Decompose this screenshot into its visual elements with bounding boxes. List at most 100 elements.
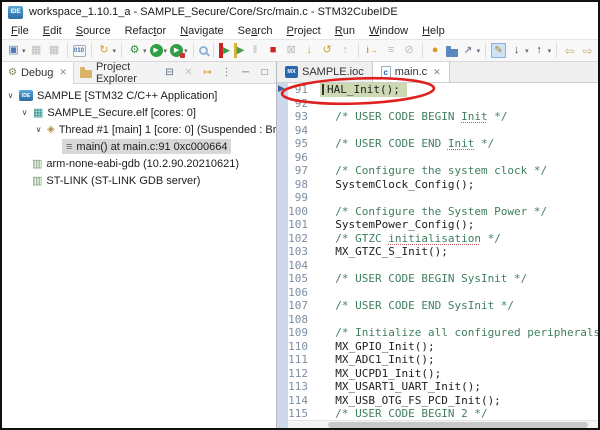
run-icon[interactable]: ▶▾ [149, 42, 169, 60]
next-annotation-icon[interactable]: ↓▾ [508, 42, 530, 60]
code-line[interactable]: 114 MX_USB_OTG_FS_PCD_Init(); [288, 394, 598, 408]
code-line[interactable]: 112 MX_UCPD1_Init(); [288, 367, 598, 381]
collapse-all-icon[interactable]: ⊟ [162, 64, 177, 82]
close-icon[interactable]: ✕ [59, 67, 67, 78]
code-line[interactable]: 113 MX_USART1_UART_Init(); [288, 380, 598, 394]
code-line[interactable]: 92 [288, 97, 598, 111]
show-debug-toolbar-icon[interactable]: ↦ [200, 64, 215, 82]
debug-view-icon: ⚙ [8, 67, 17, 78]
dropdown-arrow-icon[interactable]: ▾ [548, 47, 552, 55]
menu-refactor[interactable]: Refactor [118, 25, 174, 37]
tree-item-thread[interactable]: ∨ ◈ Thread #1 [main] 1 [core: 0] (Suspen… [2, 121, 276, 138]
dropdown-arrow-icon[interactable]: ▾ [143, 47, 147, 55]
menu-window[interactable]: Window [362, 25, 415, 37]
step-into-icon[interactable]: ↓ [301, 42, 318, 60]
dropdown-arrow-icon[interactable]: ▾ [164, 47, 168, 55]
back-icon[interactable]: ⇦ [561, 42, 578, 60]
flash-download-icon[interactable]: ↻▾ [96, 42, 118, 60]
minimize-icon[interactable]: ─ [238, 64, 253, 82]
code-line[interactable]: 115 /* USER CODE BEGIN 2 */ [288, 407, 598, 421]
console-icon[interactable]: ● [427, 42, 444, 60]
remove-terminated-icon[interactable]: ✕ [181, 64, 196, 82]
tree-item-launch[interactable]: ∨ IDE SAMPLE [STM32 C/C++ Application] [2, 87, 276, 104]
menu-edit[interactable]: Edit [36, 25, 69, 37]
tab-sample-ioc[interactable]: MX SAMPLE.ioc [277, 62, 372, 82]
code-line[interactable]: 100 /* Configure the System Power */ [288, 205, 598, 219]
external-tools-icon[interactable]: ▶▾ [169, 42, 189, 60]
save-all-icon[interactable]: ▦ [46, 42, 63, 60]
launch-icon[interactable]: ↗▾ [460, 42, 482, 60]
code-line[interactable]: 109 /* Initialize all configured periphe… [288, 326, 598, 340]
menu-run[interactable]: Run [328, 25, 362, 37]
terminate-relaunch-icon[interactable]: ▶ [218, 42, 232, 60]
step-return-icon[interactable]: ↑ [337, 42, 354, 60]
selected-row[interactable]: ≡ main() at main.c:91 0xc000664 [62, 139, 231, 154]
step-over-icon[interactable]: ↺ [319, 42, 336, 60]
tab-label: main.c [395, 66, 427, 78]
code-line[interactable]: 101 SystemPower_Config(); [288, 218, 598, 232]
tab-project-explorer[interactable]: Project Explorer [74, 62, 162, 84]
menu-project[interactable]: Project [280, 25, 328, 37]
previous-annotation-icon[interactable]: ↑▾ [531, 42, 553, 60]
menu-file[interactable]: File [4, 25, 36, 37]
code-line[interactable]: 103 MX_GTZC_S_Init(); [288, 245, 598, 259]
code-line[interactable]: 91HAL_Init(); [288, 83, 598, 97]
code-line[interactable]: 107 /* USER CODE END SysInit */ [288, 299, 598, 313]
suspend-icon[interactable]: ‖ [247, 42, 264, 60]
tree-item-gdb[interactable]: ▥ arm-none-eabi-gdb (10.2.90.20210621) [2, 155, 276, 172]
code-line[interactable]: 97 /* Configure the system clock */ [288, 164, 598, 178]
menu-help[interactable]: Help [415, 25, 452, 37]
chevron-down-icon[interactable]: ∨ [20, 108, 29, 117]
tree-item-elf[interactable]: ∨ ▦ SAMPLE_Secure.elf [cores: 0] [2, 104, 276, 121]
code-line[interactable]: 98 SystemClock_Config(); [288, 178, 598, 192]
scrollbar-thumb[interactable] [328, 422, 588, 428]
maximize-icon[interactable]: □ [257, 64, 272, 82]
dropdown-arrow-icon[interactable]: ▾ [113, 47, 117, 55]
code-line[interactable]: 105 /* USER CODE BEGIN SysInit */ [288, 272, 598, 286]
forward-icon[interactable]: ⇨ [579, 42, 596, 60]
tree-item-stack-frame[interactable]: ≡ main() at main.c:91 0xc000664 [2, 138, 276, 155]
step-filters-icon[interactable]: ≡ [383, 42, 400, 60]
line-number: 91 [288, 83, 314, 97]
tab-debug[interactable]: ⚙ Debug ✕ [2, 62, 74, 84]
save-icon[interactable]: ▦ [28, 42, 45, 60]
dropdown-arrow-icon[interactable]: ▾ [477, 47, 481, 55]
tab-main-c[interactable]: c main.c ✕ [372, 62, 450, 82]
disconnect-icon[interactable]: ⊠ [283, 42, 300, 60]
marker-gutter[interactable]: ▶ [277, 83, 288, 428]
chevron-down-icon[interactable]: ∨ [6, 91, 15, 100]
mark-occurrences-icon[interactable]: ✎ [490, 42, 507, 60]
drop-to-frame-icon[interactable]: ⊘ [401, 42, 418, 60]
code-line[interactable]: 111 MX_ADC1_Init(); [288, 353, 598, 367]
view-menu-icon[interactable]: ⋮ [219, 64, 234, 82]
terminate-icon[interactable]: ■ [265, 42, 282, 60]
code-line[interactable]: 106 [288, 286, 598, 300]
code-line[interactable]: 95 /* USER CODE END Init */ [288, 137, 598, 151]
code-line[interactable]: 104 [288, 259, 598, 273]
instruction-stepping-icon[interactable]: i→ [363, 42, 382, 60]
code-line[interactable]: 94 [288, 124, 598, 138]
horizontal-scrollbar[interactable] [288, 420, 598, 428]
build-binary-icon[interactable]: 010 [72, 42, 87, 60]
menu-search[interactable]: Search [231, 25, 280, 37]
menu-source[interactable]: Source [69, 25, 118, 37]
open-element-icon[interactable] [445, 42, 459, 60]
code-line[interactable]: 102 /* GTZC initialisation */ [288, 232, 598, 246]
dropdown-arrow-icon[interactable]: ▾ [525, 47, 529, 55]
code-editor[interactable]: ▶ 91HAL_Init();9293 /* USER CODE BEGIN I… [277, 83, 598, 428]
code-line[interactable]: 110 MX_GPIO_Init(); [288, 340, 598, 354]
close-icon[interactable]: ✕ [433, 67, 441, 78]
chevron-down-icon[interactable]: ∨ [34, 125, 43, 134]
code-line[interactable]: 99 [288, 191, 598, 205]
code-line[interactable]: 96 [288, 151, 598, 165]
dropdown-arrow-icon[interactable]: ▾ [22, 47, 26, 55]
tree-item-stlink[interactable]: ▥ ST-LINK (ST-LINK GDB server) [2, 172, 276, 189]
new-wizard-icon[interactable]: ▣▾ [5, 42, 27, 60]
code-area[interactable]: 91HAL_Init();9293 /* USER CODE BEGIN Ini… [288, 83, 598, 428]
search-icon[interactable] [198, 42, 209, 60]
resume-icon[interactable]: ▶ [233, 42, 246, 60]
menu-navigate[interactable]: Navigate [173, 25, 230, 37]
code-line[interactable]: 93 /* USER CODE BEGIN Init */ [288, 110, 598, 124]
debug-icon[interactable]: ⚙▾ [126, 42, 148, 60]
code-line[interactable]: 108 [288, 313, 598, 327]
